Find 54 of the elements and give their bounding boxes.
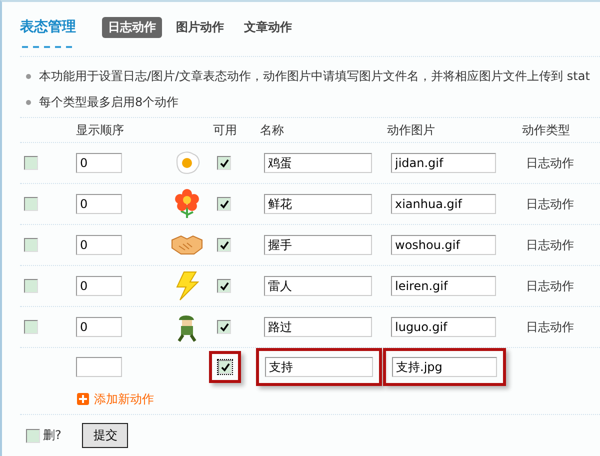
delete-checkbox[interactable] <box>24 238 38 252</box>
order-input[interactable]: 0 <box>76 276 122 296</box>
delete-checkbox[interactable] <box>26 428 40 442</box>
delete-checkbox[interactable] <box>24 156 38 170</box>
delete-checkbox[interactable] <box>24 320 38 334</box>
type-text: 日志动作 <box>526 318 574 336</box>
name-input[interactable]: 鸡蛋 <box>264 153 372 173</box>
delete-label: 删? <box>43 427 62 444</box>
tab[interactable]: 文章动作 <box>238 16 298 38</box>
enabled-checkbox[interactable] <box>217 197 231 211</box>
order-input[interactable]: 0 <box>76 194 122 214</box>
name-input[interactable]: 支持 <box>265 357 373 377</box>
note-text: 本功能用于设置日志/图片/文章表态动作，动作图片中请填写图片文件名，并将相应图片文件上传到 stat <box>39 68 590 84</box>
column-header: 名称 <box>260 122 285 138</box>
type-text: 日志动作 <box>526 236 574 254</box>
image-input[interactable]: woshou.gif <box>391 235 496 255</box>
name-input[interactable]: 路过 <box>264 317 372 337</box>
lightning-icon <box>174 271 200 301</box>
order-input[interactable] <box>76 357 122 377</box>
column-header: 动作图片 <box>387 122 436 138</box>
enabled-checkbox[interactable] <box>218 360 232 374</box>
bullet-icon <box>26 100 31 104</box>
page-title: 表态管理 <box>20 18 76 36</box>
image-input[interactable]: luguo.gif <box>391 317 496 337</box>
column-header: 显示顺序 <box>75 122 125 138</box>
column-header: 可用 <box>213 122 238 138</box>
enabled-checkbox[interactable] <box>217 320 231 334</box>
enabled-checkbox[interactable] <box>217 279 231 293</box>
plus-icon <box>77 393 89 405</box>
delete-checkbox[interactable] <box>24 279 38 293</box>
column-header: 动作类型 <box>522 122 571 138</box>
image-input[interactable]: xianhua.gif <box>391 194 496 214</box>
enabled-checkbox[interactable] <box>217 156 231 170</box>
order-input[interactable]: 0 <box>76 153 122 173</box>
handshake-icon <box>171 234 203 256</box>
image-input[interactable]: leiren.gif <box>391 276 496 296</box>
order-input[interactable]: 0 <box>76 317 122 337</box>
tab[interactable]: 图片动作 <box>170 16 230 38</box>
delete-checkbox[interactable] <box>24 197 38 211</box>
name-input[interactable]: 鲜花 <box>264 194 372 214</box>
submit-button[interactable]: 提交 <box>82 423 128 448</box>
type-text: 日志动作 <box>526 154 574 172</box>
type-text: 日志动作 <box>526 278 574 294</box>
type-text: 日志动作 <box>526 196 574 212</box>
tab[interactable]: 日志动作 <box>102 16 162 38</box>
name-input[interactable]: 雷人 <box>264 276 372 296</box>
flower-icon <box>172 188 202 220</box>
order-input[interactable]: 0 <box>76 235 122 255</box>
bullet-icon <box>26 74 31 78</box>
name-input[interactable]: 握手 <box>264 235 372 255</box>
enabled-checkbox[interactable] <box>217 238 231 252</box>
image-input[interactable]: jidan.gif <box>391 153 496 173</box>
note-text: 每个类型最多启用8个动作 <box>39 94 179 110</box>
image-input[interactable]: 支持.jpg <box>392 357 497 377</box>
